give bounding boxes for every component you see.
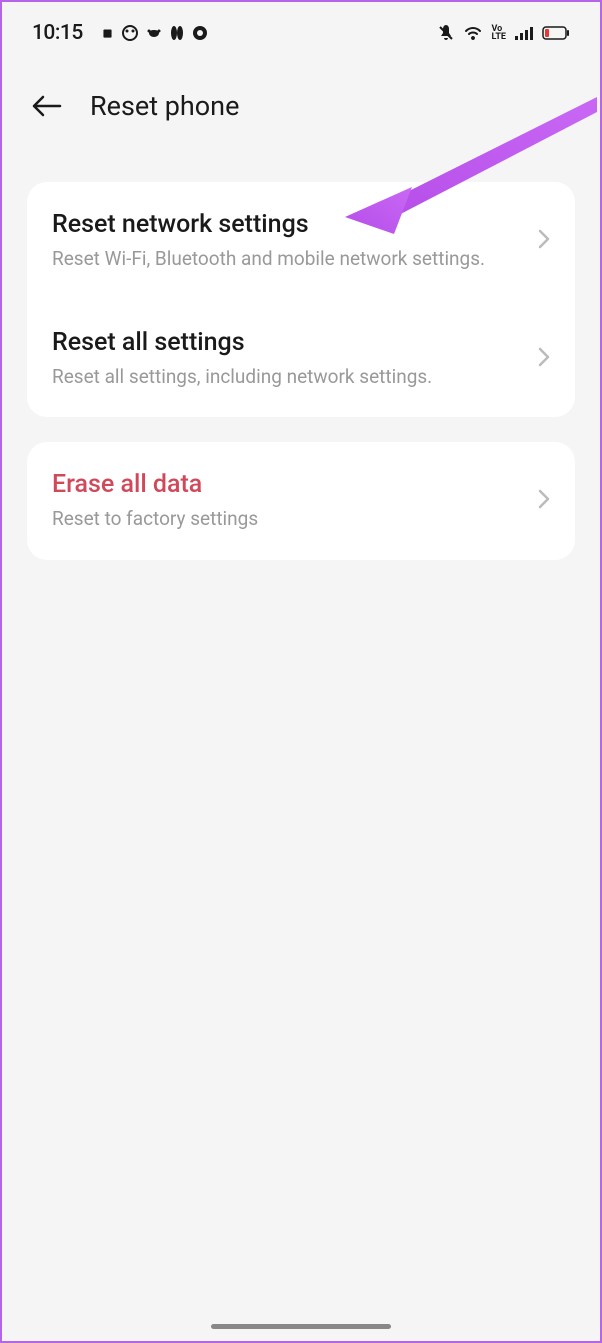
chevron-right-icon xyxy=(538,229,550,253)
list-item-subtitle: Reset all settings, including network se… xyxy=(52,365,526,390)
notification-icon-reddit xyxy=(146,25,162,41)
reset-all-settings[interactable]: Reset all settings Reset all settings, i… xyxy=(27,300,575,418)
signal-icon xyxy=(514,25,534,41)
status-icons-left xyxy=(101,25,208,41)
erase-all-data[interactable]: Erase all data Reset to factory settings xyxy=(27,442,575,560)
chevron-right-icon xyxy=(538,489,550,513)
arrow-left-icon xyxy=(32,94,62,118)
status-right: VoLTE xyxy=(437,24,570,42)
chevron-right-icon xyxy=(538,347,550,371)
page-title: Reset phone xyxy=(90,90,239,122)
mute-icon xyxy=(437,24,455,42)
notification-icon-circle xyxy=(122,25,138,41)
settings-group-1: Reset network settings Reset Wi-Fi, Blue… xyxy=(27,182,575,417)
list-item-content: Erase all data Reset to factory settings xyxy=(52,470,526,532)
status-left: 10:15 xyxy=(32,21,208,45)
settings-group-2: Erase all data Reset to factory settings xyxy=(27,442,575,560)
volte-icon: VoLTE xyxy=(491,25,506,41)
reset-network-settings[interactable]: Reset network settings Reset Wi-Fi, Blue… xyxy=(27,182,575,300)
wifi-icon xyxy=(463,25,483,41)
status-bar: 10:15 VoLTE xyxy=(2,2,600,60)
list-item-title: Erase all data xyxy=(52,470,526,499)
list-item-subtitle: Reset Wi-Fi, Bluetooth and mobile networ… xyxy=(52,247,526,272)
list-item-title: Reset all settings xyxy=(52,328,526,357)
battery-icon xyxy=(542,26,570,40)
back-button[interactable] xyxy=(32,94,62,118)
notification-icon-1 xyxy=(101,27,114,40)
notification-icon-ring xyxy=(192,25,208,41)
notification-icon-bars xyxy=(170,25,184,41)
list-item-subtitle: Reset to factory settings xyxy=(52,507,526,532)
list-item-content: Reset network settings Reset Wi-Fi, Blue… xyxy=(52,210,526,272)
home-indicator[interactable] xyxy=(211,1324,391,1329)
header: Reset phone xyxy=(2,60,600,152)
status-time: 10:15 xyxy=(32,21,83,45)
list-item-title: Reset network settings xyxy=(52,210,526,239)
list-item-content: Reset all settings Reset all settings, i… xyxy=(52,328,526,390)
